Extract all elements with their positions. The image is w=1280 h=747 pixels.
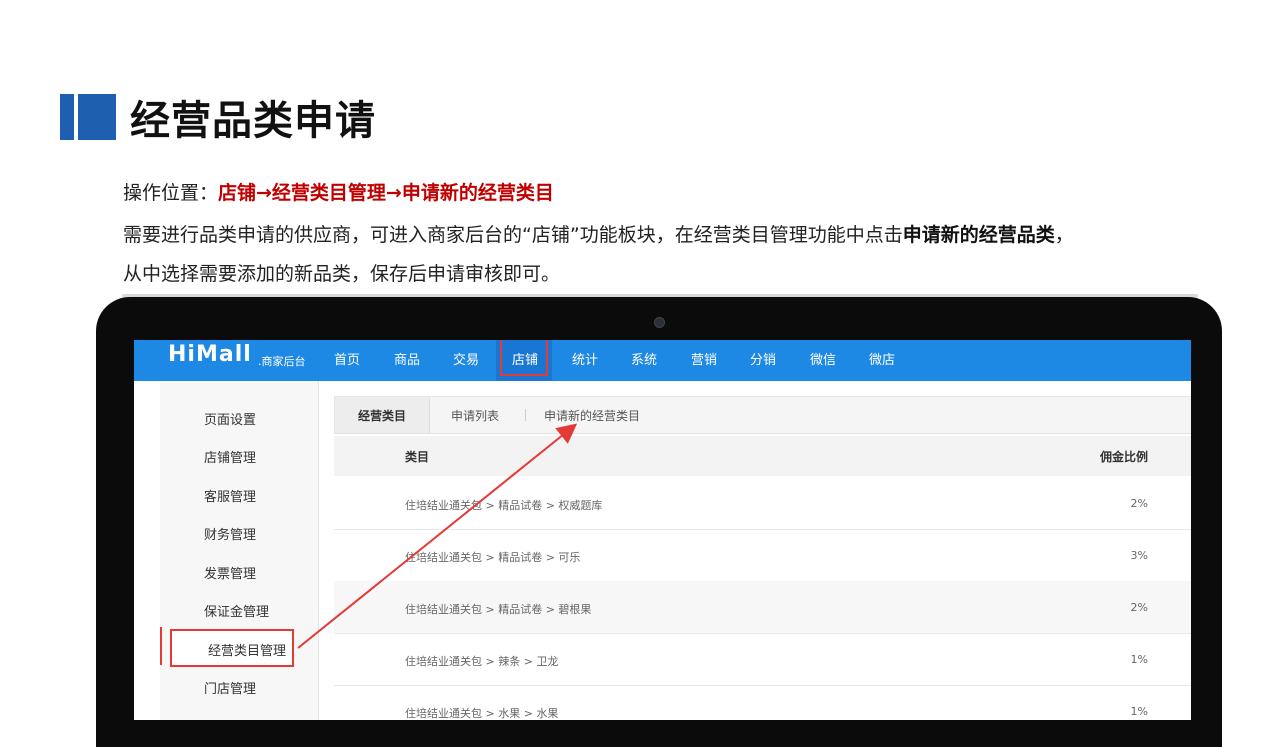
table-row[interactable]: 住培结业通关包 > 精品试卷 > 权威题库 2% xyxy=(334,477,1191,530)
desc-part1: 需要进行品类申请的供应商，可进入商家后台的“店铺”功能板块，在经营类目管理功能中… xyxy=(123,224,903,246)
rate-cell: 2% xyxy=(1130,497,1148,510)
table-row[interactable]: 住培结业通关包 > 精品试卷 > 可乐 3% xyxy=(334,529,1191,582)
nav-trade[interactable]: 交易 xyxy=(453,349,479,368)
sidebar-item-customer-service[interactable]: 客服管理 xyxy=(204,486,256,505)
sidebar-item-stores[interactable]: 门店管理 xyxy=(204,678,256,697)
nav-products[interactable]: 商品 xyxy=(394,349,420,368)
rate-cell: 1% xyxy=(1130,653,1148,666)
sidebar-item-finance[interactable]: 财务管理 xyxy=(204,524,256,543)
table-header: 类目 佣金比例 xyxy=(334,436,1191,476)
desc-part2: ， xyxy=(1054,224,1074,246)
sidebar-item-store-management[interactable]: 店铺管理 xyxy=(204,447,256,466)
sidebar-item-deposit[interactable]: 保证金管理 xyxy=(204,601,269,620)
desc-bold: 申请新的经营品类 xyxy=(902,224,1055,246)
slide-title: 经营品类申请 xyxy=(130,98,376,144)
rate-cell: 1% xyxy=(1130,705,1148,718)
nav-store-highlight-box xyxy=(500,340,548,376)
header-category[interactable]: 类目 xyxy=(405,448,429,465)
nav-system[interactable]: 系统 xyxy=(631,349,657,368)
table-row[interactable]: 住培结业通关包 > 辣条 > 卫龙 1% xyxy=(334,633,1191,686)
laptop-screen: HiMall .商家后台 首页 商品 交易 店铺 统计 系统 营销 分销 微信 … xyxy=(134,340,1191,720)
sidebar: 页面设置 店铺管理 客服管理 财务管理 发票管理 保证金管理 经营类目管理 门店… xyxy=(160,381,319,720)
top-navbar: HiMall .商家后台 首页 商品 交易 店铺 统计 系统 营销 分销 微信 … xyxy=(134,340,1191,381)
category-cell: 住培结业通关包 > 辣条 > 卫龙 xyxy=(405,655,559,668)
sidebar-item-category-management[interactable]: 经营类目管理 xyxy=(208,640,286,659)
location-path: 店铺→经营类目管理→申请新的经营类目 xyxy=(218,182,554,204)
nav-home[interactable]: 首页 xyxy=(334,349,360,368)
nav-stats[interactable]: 统计 xyxy=(572,349,598,368)
logo-subtitle: .商家后台 xyxy=(258,355,306,368)
location-prefix: 操作位置： xyxy=(123,182,219,204)
table-row[interactable]: 住培结业通关包 > 水果 > 水果 1% xyxy=(334,685,1191,720)
sidebar-item-page-settings[interactable]: 页面设置 xyxy=(204,409,256,428)
himall-logo[interactable]: HiMall xyxy=(168,342,252,367)
nav-microstore[interactable]: 微店 xyxy=(869,349,895,368)
nav-distribution[interactable]: 分销 xyxy=(750,349,776,368)
description-line-1: 需要进行品类申请的供应商，可进入商家后台的“店铺”功能板块，在经营类目管理功能中… xyxy=(123,220,1074,247)
sidebar-active-marker xyxy=(160,627,162,665)
title-accent-block-wide xyxy=(78,94,116,140)
camera-icon xyxy=(654,317,665,328)
tab-separator xyxy=(525,409,526,421)
category-cell: 住培结业通关包 > 水果 > 水果 xyxy=(405,707,559,720)
tab-bar: 经营类目 申请列表 申请新的经营类目 xyxy=(334,396,1191,434)
tab-apply-new-category[interactable]: 申请新的经营类目 xyxy=(544,407,640,424)
title-accent-block xyxy=(60,94,74,140)
header-commission-rate[interactable]: 佣金比例 xyxy=(1100,448,1148,465)
category-cell: 住培结业通关包 > 精品试卷 > 可乐 xyxy=(405,551,581,564)
sidebar-item-invoice[interactable]: 发票管理 xyxy=(204,563,256,582)
operation-location: 操作位置：店铺→经营类目管理→申请新的经营类目 xyxy=(123,178,554,205)
category-cell: 住培结业通关包 > 精品试卷 > 权威题库 xyxy=(405,499,603,512)
rate-cell: 3% xyxy=(1130,549,1148,562)
description-line-2: 从中选择需要添加的新品类，保存后申请审核即可。 xyxy=(123,263,561,285)
table-row[interactable]: 住培结业通关包 > 精品试卷 > 碧根果 2% xyxy=(334,581,1191,634)
rate-cell: 2% xyxy=(1130,601,1148,614)
nav-wechat[interactable]: 微信 xyxy=(810,349,836,368)
category-cell: 住培结业通关包 > 精品试卷 > 碧根果 xyxy=(405,603,592,616)
tab-categories[interactable]: 经营类目 xyxy=(358,407,406,424)
nav-marketing[interactable]: 营销 xyxy=(691,349,717,368)
tab-application-list[interactable]: 申请列表 xyxy=(451,407,499,424)
